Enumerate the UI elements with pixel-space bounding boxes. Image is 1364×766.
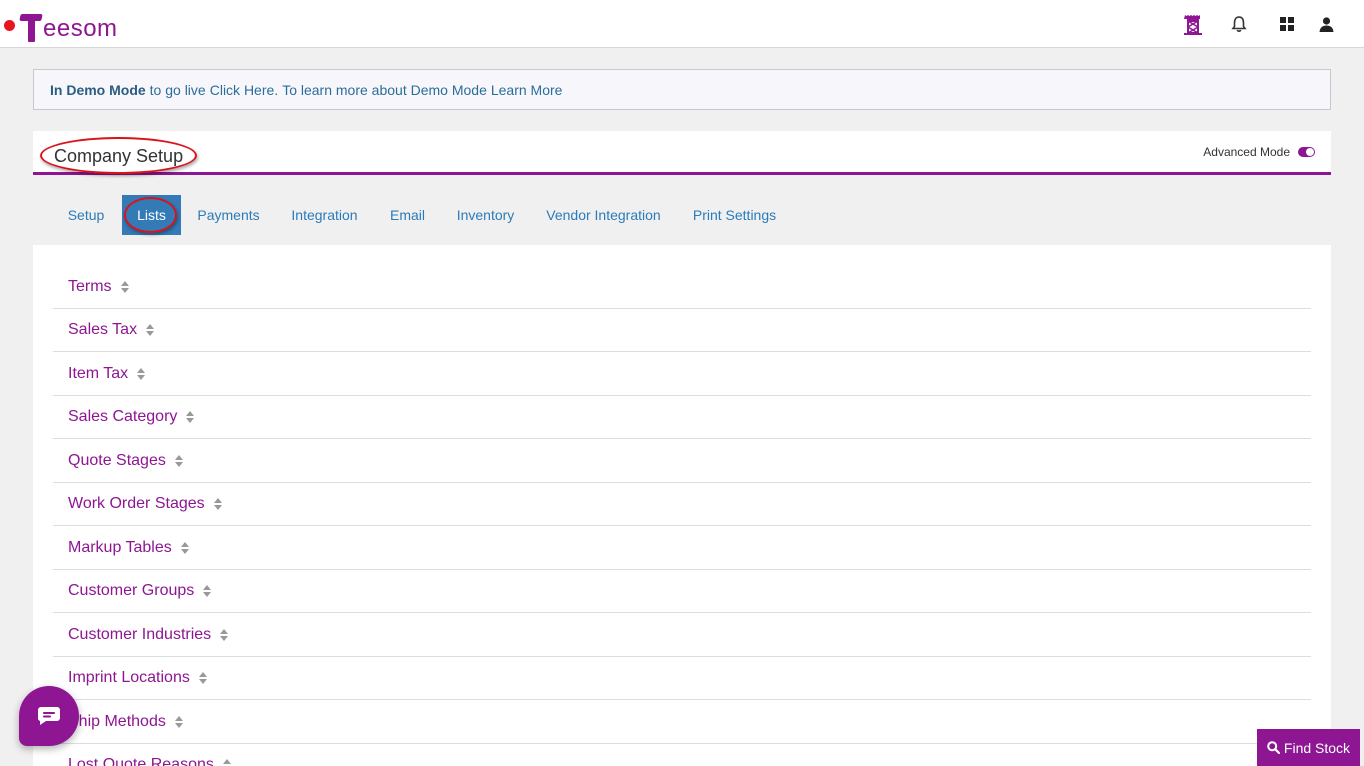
sort-icon bbox=[120, 281, 129, 293]
find-stock-label: Find Stock bbox=[1283, 739, 1351, 756]
advanced-mode-toggle[interactable] bbox=[1298, 147, 1315, 157]
sort-icon bbox=[186, 411, 195, 423]
list-item-imprint-locations[interactable]: Imprint Locations bbox=[53, 657, 1311, 700]
advanced-mode: Advanced Mode bbox=[1203, 145, 1315, 159]
demo-text-2: To learn more about Demo Mode bbox=[282, 81, 487, 98]
chat-button[interactable] bbox=[19, 686, 79, 746]
list-item-customer-industries[interactable]: Customer Industries bbox=[53, 614, 1311, 657]
list-item-customer-groups[interactable]: Customer Groups bbox=[53, 570, 1311, 613]
recording-dot-icon bbox=[4, 20, 15, 31]
sort-icon bbox=[180, 542, 189, 554]
sort-icon bbox=[174, 716, 183, 728]
list-item-work-order-stages[interactable]: Work Order Stages bbox=[53, 483, 1311, 526]
list-item-label: Work Order Stages bbox=[68, 495, 205, 512]
demo-text-1: to go live bbox=[149, 81, 206, 98]
go-live-link[interactable]: Click Here. bbox=[210, 82, 278, 98]
teesom-logo[interactable]: eesom bbox=[19, 8, 118, 42]
tab-vendor-integration[interactable]: Vendor Integration bbox=[533, 195, 674, 235]
sort-icon bbox=[213, 498, 222, 510]
list-item-label: Quote Stages bbox=[68, 452, 166, 469]
annotation-circle bbox=[124, 197, 177, 233]
list-item-ship-methods[interactable]: Ship Methods bbox=[53, 701, 1311, 744]
lists-panel: Terms Sales Tax Item Tax Sales Category … bbox=[33, 245, 1331, 766]
bell-icon[interactable] bbox=[1227, 12, 1251, 36]
list-item-label: Imprint Locations bbox=[68, 669, 190, 686]
list-item-label: Ship Methods bbox=[68, 713, 166, 730]
list-item-terms[interactable]: Terms bbox=[53, 266, 1311, 309]
sort-icon bbox=[203, 585, 212, 597]
sort-icon bbox=[198, 672, 207, 684]
sort-icon bbox=[174, 455, 183, 467]
tab-inventory[interactable]: Inventory bbox=[444, 195, 527, 235]
list-item-sales-tax[interactable]: Sales Tax bbox=[53, 309, 1311, 352]
list-item-label: Customer Industries bbox=[68, 626, 212, 643]
learn-more-link[interactable]: Learn More bbox=[491, 82, 563, 98]
list-item-quote-stages[interactable]: Quote Stages bbox=[53, 440, 1311, 483]
list-item-sales-category[interactable]: Sales Category bbox=[53, 396, 1311, 439]
list-item-item-tax[interactable]: Item Tax bbox=[53, 353, 1311, 396]
list-item-label: Lost Quote Reasons bbox=[68, 756, 214, 766]
sort-icon bbox=[222, 759, 231, 766]
list-item-label: Markup Tables bbox=[68, 539, 172, 556]
user-icon[interactable] bbox=[1314, 12, 1338, 36]
company-setup-header: Company Setup Advanced Mode bbox=[33, 131, 1331, 175]
apps-grid-icon[interactable] bbox=[1275, 12, 1299, 36]
logo-t-icon bbox=[19, 12, 43, 42]
sort-icon bbox=[146, 324, 155, 336]
list-item-markup-tables[interactable]: Markup Tables bbox=[53, 527, 1311, 570]
list-item-label: Sales Tax bbox=[68, 321, 138, 338]
list-item-label: Terms bbox=[68, 278, 112, 295]
annotation-circle bbox=[40, 137, 197, 174]
tab-setup[interactable]: Setup bbox=[55, 195, 117, 235]
list-item-label: Sales Category bbox=[68, 408, 178, 425]
logo-text: eesom bbox=[43, 15, 118, 42]
tab-print-settings[interactable]: Print Settings bbox=[680, 195, 789, 235]
tower-icon[interactable] bbox=[1181, 12, 1205, 36]
chat-bubble-icon bbox=[37, 707, 60, 725]
list-item-lost-quote-reasons[interactable]: Lost Quote Reasons bbox=[53, 744, 1311, 766]
search-icon bbox=[1267, 741, 1280, 754]
demo-mode-label: In Demo Mode bbox=[50, 81, 146, 98]
sort-icon bbox=[220, 629, 229, 641]
list-item-label: Customer Groups bbox=[68, 582, 195, 599]
setup-tabs: Setup Lists Payments Integration Email I… bbox=[33, 195, 933, 235]
tab-email[interactable]: Email bbox=[377, 195, 438, 235]
sort-icon bbox=[137, 368, 146, 380]
find-stock-button[interactable]: Find Stock bbox=[1257, 729, 1360, 766]
tab-integration[interactable]: Integration bbox=[278, 195, 371, 235]
list-item-label: Item Tax bbox=[68, 365, 129, 382]
top-navbar: eesom bbox=[0, 0, 1364, 48]
tab-payments[interactable]: Payments bbox=[183, 195, 274, 235]
advanced-mode-label: Advanced Mode bbox=[1203, 145, 1290, 159]
demo-mode-banner: In Demo Mode to go live Click Here. To l… bbox=[33, 69, 1331, 110]
